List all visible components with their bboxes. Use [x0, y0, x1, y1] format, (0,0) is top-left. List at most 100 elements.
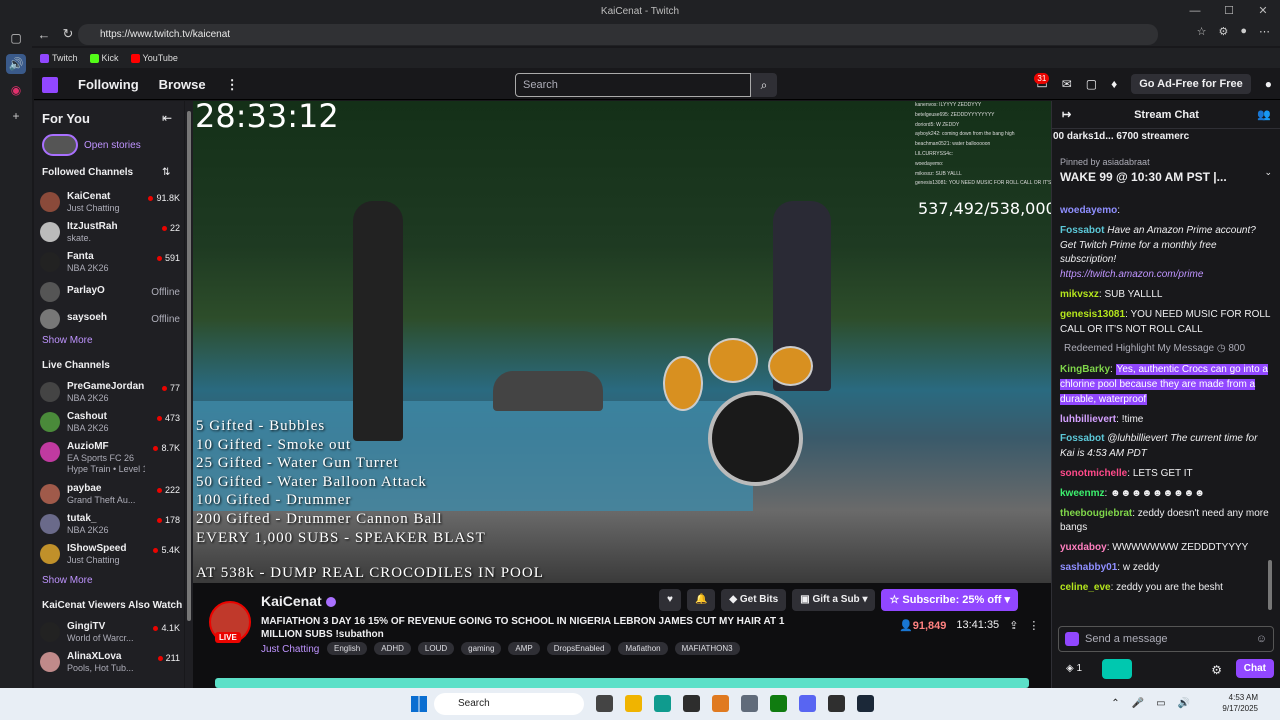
show-more-followed[interactable]: Show More [42, 335, 93, 346]
inbox-icon[interactable]: ✉ [1062, 77, 1072, 91]
favorite-icon[interactable]: ☆ [1197, 25, 1207, 38]
speaker-icon[interactable]: 🔊 [6, 54, 26, 74]
live-channel-cashout[interactable]: Cashout NBA 2K26 473 [40, 409, 180, 437]
followed-channel-saysoeh[interactable]: saysoeh Offline [40, 306, 180, 334]
app-icon[interactable] [712, 695, 729, 712]
windows-start-icon[interactable] [411, 696, 427, 712]
tag[interactable]: gaming [461, 642, 502, 655]
search-icon[interactable]: ⌕ [751, 73, 777, 97]
users-icon[interactable]: 👥 [1257, 101, 1271, 129]
taskbar-search[interactable]: Search [434, 693, 584, 715]
chat-settings-icon[interactable]: ⚙ [1211, 663, 1222, 677]
subscribe-button[interactable]: ☆ Subscribe: 25% off ▾ [881, 589, 1019, 611]
channel-points[interactable]: ◈ 1 [1066, 663, 1082, 674]
live-channel-paybae[interactable]: paybae Grand Theft Au... 222 [40, 481, 180, 509]
bookmark-twitch[interactable]: Twitch [40, 53, 78, 63]
back-icon[interactable]: ← [32, 27, 56, 42]
streamer-name[interactable]: KaiCenat [261, 593, 336, 609]
minimize-button[interactable]: — [1178, 0, 1212, 22]
system-clock[interactable]: 4:53 AM 9/17/2025 [1222, 692, 1258, 714]
live-channel-tutak[interactable]: tutak_ NBA 2K26 178 [40, 511, 180, 539]
tag[interactable]: Mafiathon [618, 642, 668, 655]
twitch-logo-icon[interactable] [42, 76, 58, 93]
maximize-button[interactable]: ☐ [1212, 0, 1246, 22]
edge-icon[interactable] [654, 695, 671, 712]
collapse-chat-icon[interactable]: ↦ [1062, 101, 1071, 129]
live-channel-auziomf[interactable]: AuzioMF EA Sports FC 26 Hype Train • Level… [40, 439, 180, 479]
tag[interactable]: MAFIATHON3 [674, 642, 740, 655]
chat-message: mikvsxz: SUB YALLLL [1060, 288, 1163, 300]
file-explorer-icon[interactable] [625, 695, 642, 712]
show-more-live[interactable]: Show More [42, 575, 93, 586]
add-icon[interactable]: + [6, 106, 26, 126]
stream-category[interactable]: Just Chatting [261, 644, 319, 655]
followed-channel-itzjustrah[interactable]: ItzJustRah skate. 22 [40, 219, 180, 247]
video-player[interactable]: 28:33:12 kanenvos: ILYYYY ZEDDYYY betelge… [193, 101, 1051, 583]
open-stories-button[interactable]: Open stories [42, 134, 141, 156]
share-icon[interactable]: ⇪ [1009, 619, 1018, 632]
volume-icon[interactable]: 🔊 [1178, 698, 1190, 709]
toolbar-icons: ☆ ⚙ ● ⋯ [1197, 25, 1270, 38]
pinned-message[interactable]: Pinned by asiadabraat WAKE 99 @ 10:30 AM… [1060, 157, 1272, 193]
tag[interactable]: ADHD [374, 642, 411, 655]
following-link[interactable]: Following [78, 77, 139, 92]
more-options-icon[interactable]: ⋮ [1028, 619, 1039, 632]
more-menu-icon[interactable]: ⋮ [226, 77, 239, 93]
terminal-icon[interactable] [683, 695, 700, 712]
gift-sub-button[interactable]: ▣ Gift a Sub ▾ [792, 589, 876, 611]
live-channel-ishowspeed[interactable]: IShowSpeed Just Chatting 5.4K [40, 541, 180, 569]
followed-channel-parlayo[interactable]: ParlayO Offline [40, 279, 180, 307]
bookmark-kick[interactable]: Kick [89, 53, 119, 63]
steam-icon[interactable] [857, 695, 874, 712]
followed-channel-kaicenat[interactable]: KaiCenat Just Chatting 91.8K [40, 189, 180, 217]
chat-input[interactable]: Send a message ☺ [1058, 626, 1274, 652]
extensions-icon[interactable]: ⚙ [1218, 25, 1228, 38]
user-avatar[interactable]: ● [1265, 77, 1272, 91]
also-watch-alinaxlova[interactable]: AlinaXLova Pools, Hot Tub... 211 [40, 649, 180, 677]
app-icon[interactable] [828, 695, 845, 712]
notification-bell-button[interactable]: 🔔 [686, 589, 716, 611]
live-channel-pregamejordan[interactable]: PreGameJordan NBA 2K26 77 [40, 379, 180, 407]
bookmark-youtube[interactable]: YouTube [130, 53, 178, 63]
tag[interactable]: LOUD [417, 642, 455, 655]
tag[interactable]: DropsEnabled [546, 642, 612, 655]
stream-info-panel: LIVE KaiCenat MAFIATHON 3 DAY 16 15% OF … [193, 583, 1051, 688]
notifications-icon[interactable]: ▭ 31 [1034, 73, 1050, 91]
network-icon[interactable]: ▭ [1156, 698, 1165, 709]
collapse-icon[interactable]: ⇤ [162, 111, 172, 125]
close-button[interactable]: ✕ [1246, 0, 1280, 22]
instagram-icon[interactable]: ◉ [6, 80, 26, 100]
crown-icon[interactable]: ♦ [1111, 77, 1117, 91]
task-view-icon[interactable] [596, 695, 613, 712]
chat-send-button[interactable]: Chat [1235, 659, 1274, 678]
also-watch-gingitv[interactable]: GingiTV World of Warcr... 4.1K [40, 619, 180, 647]
microphone-icon[interactable]: 🎤 [1132, 698, 1144, 709]
more-icon[interactable]: ⋯ [1259, 25, 1270, 38]
profile-icon[interactable]: ● [1240, 25, 1247, 38]
chevron-down-icon[interactable]: ⌄ [1264, 167, 1272, 178]
tag[interactable]: English [327, 642, 368, 655]
whispers-icon[interactable]: ▢ [1086, 77, 1097, 91]
followed-channel-fanta[interactable]: Fanta NBA 2K26 591 [40, 249, 180, 277]
left-scrollbar[interactable] [185, 101, 193, 688]
avatar [40, 382, 60, 402]
follow-heart-button[interactable]: ♥ [659, 589, 681, 611]
tabs-icon[interactable]: ▢ [6, 28, 26, 48]
search-input[interactable]: Search [515, 73, 751, 97]
chevron-up-icon[interactable]: ⌃ [1111, 698, 1119, 709]
chat-message: Fossabot Have an Amazon Prime account? G… [1060, 224, 1256, 281]
refresh-icon[interactable]: ↻ [56, 26, 80, 42]
xbox-icon[interactable] [770, 695, 787, 712]
chat-scrollbar[interactable] [1268, 560, 1272, 610]
tag[interactable]: AMP [508, 642, 540, 655]
get-bits-button[interactable]: ◆ Get Bits [721, 589, 787, 611]
sort-icon[interactable]: ⇅ [162, 167, 170, 178]
ad-free-button[interactable]: Go Ad-Free for Free [1131, 74, 1251, 94]
emote-icon[interactable]: ☺ [1256, 627, 1267, 651]
address-bar[interactable]: https://www.twitch.tv/kaicenat [78, 24, 1158, 45]
points-reward-icon[interactable] [1102, 659, 1132, 679]
browse-link[interactable]: Browse [159, 77, 206, 92]
discord-icon[interactable] [799, 695, 816, 712]
prime-link[interactable]: https://twitch.amazon.com/prime [1060, 269, 1203, 280]
app-icon[interactable] [741, 695, 758, 712]
